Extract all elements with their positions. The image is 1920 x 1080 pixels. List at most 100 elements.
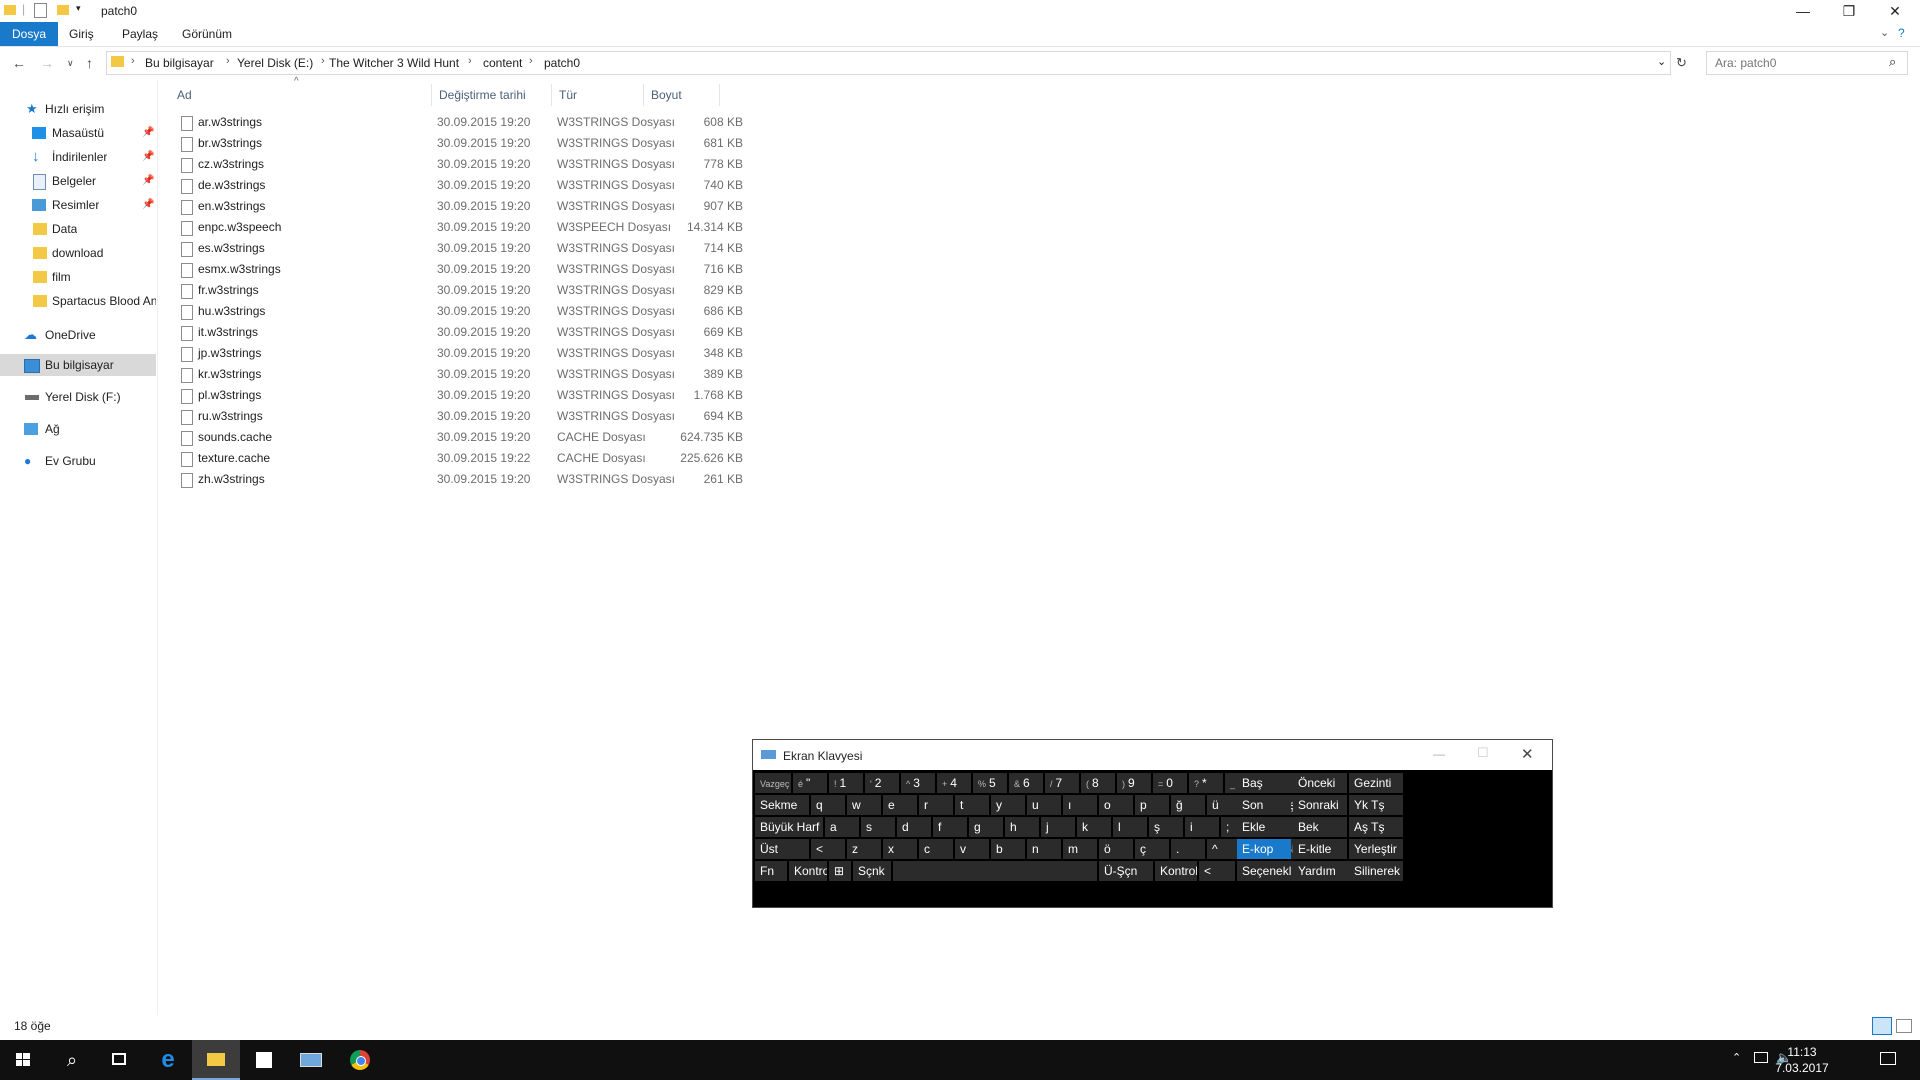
nav-homegroup[interactable]: ● Ev Grubu xyxy=(0,450,156,472)
osk-key[interactable]: +4 xyxy=(937,773,971,793)
osk-nav-key[interactable]: Önceki xyxy=(1293,773,1347,793)
osk-key[interactable]: ğ xyxy=(1171,795,1205,815)
osk-key[interactable]: Fn xyxy=(755,861,787,881)
file-row[interactable]: ar.w3strings 30.09.2015 19:20 W3STRINGS Do… xyxy=(170,112,750,133)
osk-nav-key[interactable]: Bek xyxy=(1293,817,1347,837)
osk-key[interactable]: (8 xyxy=(1081,773,1115,793)
osk-key[interactable]: < xyxy=(811,839,845,859)
osk-key[interactable]: e xyxy=(883,795,917,815)
osk-key[interactable]: ' 2 xyxy=(865,773,899,793)
osk-key[interactable]: n xyxy=(1027,839,1061,859)
expand-ribbon-icon[interactable]: ⌄ xyxy=(1880,26,1889,39)
tab-share[interactable]: Paylaş xyxy=(110,22,170,46)
osk-close-button[interactable]: ✕ xyxy=(1521,745,1534,763)
column-header-name[interactable]: Ad xyxy=(170,84,432,106)
file-row[interactable]: de.w3strings 30.09.2015 19:20 W3STRINGS Do… xyxy=(170,175,750,196)
osk-key[interactable]: g xyxy=(969,817,1003,837)
nav-local-disk[interactable]: Yerel Disk (F:) xyxy=(0,386,156,408)
breadcrumb-local-disk[interactable]: Yerel Disk (E:) xyxy=(237,56,313,70)
osk-key[interactable]: p xyxy=(1135,795,1169,815)
osk-key[interactable]: ö xyxy=(1099,839,1133,859)
breadcrumb-separator[interactable]: › xyxy=(226,55,230,67)
nav-this-pc[interactable]: Bu bilgisayar xyxy=(0,354,156,376)
osk-nav-key[interactable]: Yardım xyxy=(1293,861,1347,881)
address-bar[interactable]: › Bu bilgisayar › Yerel Disk (E:) › The … xyxy=(106,51,1671,75)
properties-icon[interactable] xyxy=(34,3,47,18)
osk-key[interactable]: u xyxy=(1027,795,1061,815)
file-row[interactable]: texture.cache 30.09.2015 19:22 CACHE Dosya… xyxy=(170,448,750,469)
file-row[interactable]: br.w3strings 30.09.2015 19:20 W3STRINGS Do… xyxy=(170,133,750,154)
refresh-icon[interactable]: ↻ xyxy=(1676,55,1687,71)
nav-folder-spartacus[interactable]: Spartacus Blood An xyxy=(0,290,156,312)
store-icon[interactable] xyxy=(240,1040,288,1080)
file-row[interactable]: kr.w3strings 30.09.2015 19:20 W3STRINGS Do… xyxy=(170,364,750,385)
osk-key[interactable]: j xyxy=(1041,817,1075,837)
recent-locations-icon[interactable]: ∨ xyxy=(67,58,74,69)
file-row[interactable]: es.w3strings 30.09.2015 19:20 W3STRINGS Do… xyxy=(170,238,750,259)
osk-key[interactable]: ^ xyxy=(1207,839,1241,859)
osk-nav-key[interactable]: Seçenekler xyxy=(1237,861,1291,881)
new-folder-icon[interactable] xyxy=(57,5,69,15)
file-row[interactable]: en.w3strings 30.09.2015 19:20 W3STRINGS Do… xyxy=(170,196,750,217)
tab-file[interactable]: Dosya xyxy=(0,22,59,46)
quick-access-dropdown-icon[interactable]: ▾ xyxy=(76,3,81,14)
osk-nav-key[interactable]: Sonraki xyxy=(1293,795,1347,815)
file-row[interactable]: esmx.w3strings 30.09.2015 19:20 W3STRINGS … xyxy=(170,259,750,280)
osk-key[interactable]: = 0 xyxy=(1153,773,1187,793)
nav-network[interactable]: Ağ xyxy=(0,418,156,440)
nav-folder-film[interactable]: film xyxy=(0,266,156,288)
help-icon[interactable]: ? xyxy=(1898,26,1905,40)
file-row[interactable]: enpc.w3speech 30.09.2015 19:20 W3SPEECH Do… xyxy=(170,217,750,238)
file-row[interactable]: ru.w3strings 30.09.2015 19:20 W3STRINGS Do… xyxy=(170,406,750,427)
file-explorer-icon[interactable] xyxy=(192,1040,240,1080)
osk-key[interactable]: Kontrol xyxy=(1155,861,1197,881)
osk-key[interactable]: f xyxy=(933,817,967,837)
breadcrumb-separator[interactable]: › xyxy=(321,55,325,67)
osk-nav-key[interactable]: E-kitle xyxy=(1293,839,1347,859)
show-hidden-icons-icon[interactable]: ⌃ xyxy=(1732,1051,1741,1064)
file-row[interactable]: hu.w3strings 30.09.2015 19:20 W3STRINGS Do… xyxy=(170,301,750,322)
search-icon[interactable]: ⌕ xyxy=(48,1040,96,1080)
search-input[interactable] xyxy=(1713,55,1887,71)
nav-folder-download[interactable]: download xyxy=(0,242,156,264)
osk-key[interactable]: Vazgeç xyxy=(755,773,791,793)
osk-key[interactable]: ı xyxy=(1063,795,1097,815)
osk-nav-key[interactable]: Aş Tş xyxy=(1349,817,1403,837)
file-row[interactable]: cz.w3strings 30.09.2015 19:20 W3STRINGS Do… xyxy=(170,154,750,175)
osk-key[interactable]: o xyxy=(1099,795,1133,815)
network-status-icon[interactable] xyxy=(1754,1052,1768,1063)
osk-key[interactable]: & 6 xyxy=(1009,773,1043,793)
osk-key[interactable]: i xyxy=(1185,817,1219,837)
nav-folder-data[interactable]: Data xyxy=(0,218,156,240)
nav-desktop[interactable]: Masaüstü 📌 xyxy=(0,122,156,144)
osk-nav-key[interactable]: Yerleştir xyxy=(1349,839,1403,859)
osk-key[interactable]: ? * xyxy=(1189,773,1223,793)
osk-nav-key[interactable]: Ekle xyxy=(1237,817,1291,837)
breadcrumb-this-pc[interactable]: Bu bilgisayar xyxy=(145,56,214,70)
osk-nav-key[interactable]: Son xyxy=(1237,795,1291,815)
nav-pictures[interactable]: Resimler 📌 xyxy=(0,194,156,216)
file-row[interactable]: sounds.cache 30.09.2015 19:20 CACHE Dosyas… xyxy=(170,427,750,448)
osk-key[interactable]: r xyxy=(919,795,953,815)
osk-minimize-button[interactable]: — xyxy=(1433,747,1445,761)
osk-key[interactable]: d xyxy=(897,817,931,837)
osk-nav-key[interactable]: E-kop xyxy=(1237,839,1291,859)
osk-key[interactable]: s xyxy=(861,817,895,837)
breadcrumb-patch0[interactable]: patch0 xyxy=(544,56,580,70)
nav-downloads[interactable]: ↓ İndirilenler 📌 xyxy=(0,146,156,168)
nav-quick-access[interactable]: ★ Hızlı erişim xyxy=(0,98,156,120)
osk-key[interactable]: t xyxy=(955,795,989,815)
address-dropdown-icon[interactable]: ⌄ xyxy=(1657,55,1666,68)
file-row[interactable]: pl.w3strings 30.09.2015 19:20 W3STRINGS Do… xyxy=(170,385,750,406)
column-header-size[interactable]: Boyut xyxy=(644,84,720,106)
osk-key[interactable]: Sekme xyxy=(755,795,809,815)
osk-maximize-button[interactable]: ☐ xyxy=(1477,745,1489,761)
osk-key[interactable]: z xyxy=(847,839,881,859)
breadcrumb-witcher[interactable]: The Witcher 3 Wild Hunt xyxy=(329,56,459,70)
breadcrumb-content[interactable]: content xyxy=(483,56,522,70)
osk-key[interactable]: ⊞ xyxy=(829,861,851,881)
file-row[interactable]: jp.w3strings 30.09.2015 19:20 W3STRINGS Do… xyxy=(170,343,750,364)
osk-key[interactable]: % 5 xyxy=(973,773,1007,793)
clock[interactable]: 11:13 7.03.2017 xyxy=(1772,1044,1832,1076)
maximize-button[interactable]: ❐ xyxy=(1826,0,1872,22)
